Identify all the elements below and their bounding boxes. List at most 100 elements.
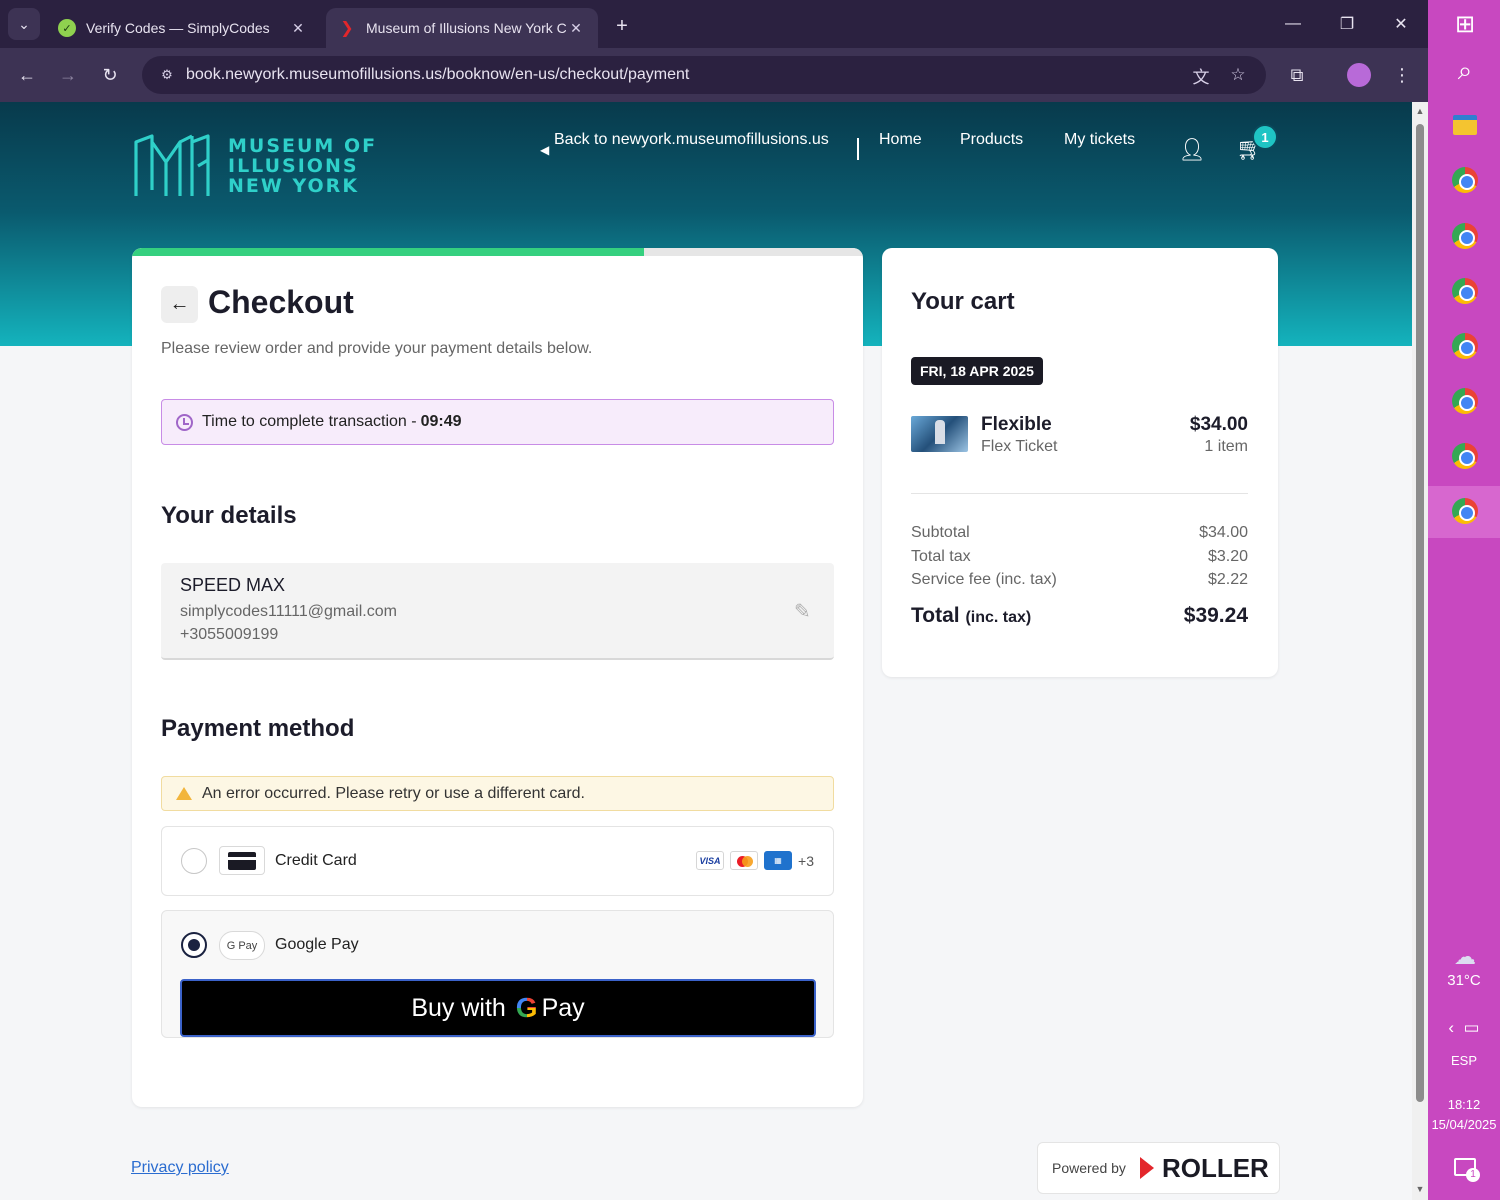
mastercard-icon — [730, 851, 759, 870]
buy-with-google-pay-button[interactable]: Buy with G Pay — [180, 979, 816, 1037]
card-brands: VISA ▦ +3 — [696, 851, 814, 870]
chrome-profile-icon[interactable] — [1450, 496, 1480, 526]
nav-home-link[interactable]: Home — [879, 131, 922, 149]
translate-icon[interactable]: 文 — [1186, 56, 1216, 94]
total-row: Total (inc. tax) $39.24 — [911, 604, 1248, 628]
museum-logo[interactable]: MUSEUM OF ILLUSIONS NEW YORK — [132, 132, 377, 200]
bookmark-star-icon[interactable]: ☆ — [1223, 56, 1253, 94]
chrome-profile-icon[interactable] — [1450, 441, 1480, 471]
page-scrollbar[interactable]: ▲ ▼ — [1412, 102, 1428, 1200]
amex-icon: ▦ — [764, 851, 793, 870]
notification-icon[interactable]: 1 — [1450, 1152, 1480, 1182]
google-pay-radio[interactable] — [181, 932, 207, 958]
payment-option-credit-card[interactable]: Credit Card VISA ▦ +3 — [161, 826, 834, 896]
edit-pencil-icon[interactable]: ✎ — [794, 599, 816, 623]
close-tab-icon[interactable]: ✕ — [288, 20, 308, 37]
close-tab-icon[interactable]: ✕ — [566, 20, 586, 37]
weather-temperature[interactable]: 31°C — [1428, 972, 1500, 989]
roller-wordmark: ROLLER — [1161, 1152, 1269, 1183]
input-language[interactable]: ESP — [1428, 1053, 1500, 1068]
logo-text: MUSEUM OF ILLUSIONS NEW YORK — [228, 136, 377, 196]
page-title: Checkout — [208, 284, 354, 320]
gpay-button-suffix: Pay — [541, 993, 585, 1022]
browser-tab-bar: ⌄ ✓ Verify Codes — SimplyCodes ✕ ❯ Museu… — [0, 0, 1428, 48]
your-details-heading: Your details — [161, 502, 297, 529]
tax-value: $3.20 — [1207, 548, 1248, 565]
browser-menu-button[interactable]: ⋮ — [1387, 60, 1417, 90]
weather-icon[interactable]: ☁ — [1450, 942, 1480, 972]
windows-taskbar: ⊞ ⌕ ☁ 31°C ‹ ▭ ESP 18:12 15/04/2025 1 — [1428, 0, 1500, 1200]
close-icon: ✕ — [1394, 16, 1408, 33]
progress-fill — [132, 248, 644, 256]
forward-button[interactable]: → — [53, 60, 83, 90]
roller-favicon-icon: ❯ — [340, 20, 354, 37]
site-info-icon[interactable]: ⚙ — [156, 64, 178, 86]
checkout-card: ← Checkout Please review order and provi… — [132, 248, 863, 1107]
scrollbar-thumb[interactable] — [1416, 124, 1424, 1102]
checkout-subtitle: Please review order and provide your pay… — [161, 340, 593, 357]
subtotal-label: Subtotal — [911, 524, 970, 541]
chevron-left-icon[interactable]: ‹ — [1448, 1018, 1454, 1037]
close-window-button[interactable]: ✕ — [1381, 8, 1421, 40]
network-icon[interactable]: ▭ — [1464, 1018, 1480, 1037]
privacy-policy-link[interactable]: Privacy policy — [131, 1159, 229, 1177]
chrome-icon[interactable] — [1450, 165, 1480, 195]
cart-title: Your cart — [911, 288, 1015, 315]
notification-count: 1 — [1466, 1168, 1480, 1182]
logo-line: NEW YORK — [228, 175, 360, 197]
tab-search-button[interactable]: ⌄ — [8, 8, 40, 40]
clock-time[interactable]: 18:12 — [1428, 1097, 1500, 1112]
tab-museum-checkout[interactable]: ❯ Museum of Illusions New York Checkout … — [326, 8, 598, 48]
moi-logo-icon — [134, 134, 210, 196]
back-to-site-link[interactable]: Back to newyork.museumofillusions.us — [554, 131, 829, 149]
visa-icon: VISA — [696, 851, 725, 870]
tab-simplycodes[interactable]: ✓ Verify Codes — SimplyCodes ✕ — [46, 8, 320, 48]
clock-icon — [176, 413, 193, 431]
search-icon[interactable]: ⌕ — [1450, 55, 1480, 86]
powered-by-roller[interactable]: Powered by ROLLER — [1037, 1142, 1280, 1194]
system-tray: ‹ ▭ — [1428, 1018, 1500, 1038]
restore-button[interactable]: ❐ — [1327, 8, 1367, 40]
plus-icon: + — [616, 14, 628, 37]
total-label: Total — [911, 604, 960, 627]
gpay-button-prefix: Buy with — [411, 993, 506, 1022]
credit-card-radio[interactable] — [181, 848, 207, 874]
chrome-profile-icon[interactable] — [1450, 386, 1480, 416]
nav-products-link[interactable]: Products — [960, 131, 1023, 149]
chrome-profile-icon[interactable] — [1450, 276, 1480, 306]
browser-toolbar: ← → ↻ ⚙ book.newyork.museumofillusions.u… — [0, 48, 1428, 102]
simplycodes-favicon-icon: ✓ — [58, 19, 76, 37]
restore-icon: ❐ — [1339, 16, 1355, 33]
reload-button[interactable]: ↻ — [95, 60, 125, 90]
nav-my-tickets-link[interactable]: My tickets — [1064, 131, 1135, 149]
timer-label: Time to complete transaction - — [202, 413, 417, 430]
arrow-left-icon: ← — [169, 293, 190, 315]
extensions-button[interactable]: ⧉ — [1282, 60, 1312, 90]
windows-start-icon[interactable]: ⊞ — [1450, 9, 1480, 39]
google-g-icon: G — [515, 992, 538, 1023]
credit-card-icon — [219, 846, 265, 875]
payment-option-google-pay[interactable]: G Pay Google Pay Buy with G Pay — [161, 910, 834, 1038]
reload-icon: ↻ — [102, 64, 118, 85]
file-explorer-icon[interactable] — [1450, 110, 1480, 140]
cart-count-badge: 1 — [1252, 124, 1278, 150]
chrome-profile-icon[interactable] — [1450, 221, 1480, 251]
tab-title: Museum of Illusions New York Checkout — [366, 20, 566, 36]
address-bar[interactable]: ⚙ book.newyork.museumofillusions.us/book… — [142, 56, 1266, 94]
chrome-profile-icon[interactable] — [1450, 331, 1480, 361]
profile-button[interactable] — [1344, 60, 1374, 90]
credit-card-label: Credit Card — [275, 852, 357, 869]
service-fee-row: Service fee (inc. tax) $2.22 — [911, 571, 1248, 589]
clock-date[interactable]: 15/04/2025 — [1428, 1117, 1500, 1132]
tab-title: Verify Codes — SimplyCodes — [86, 20, 270, 36]
minimize-button[interactable]: — — [1273, 8, 1313, 40]
scroll-up-icon[interactable]: ▲ — [1415, 106, 1425, 116]
checkout-back-button[interactable]: ← — [161, 286, 198, 323]
minimize-icon: — — [1285, 15, 1301, 32]
account-user-icon[interactable]: 👤︎ — [1178, 137, 1206, 163]
tax-label: Total tax — [911, 548, 971, 565]
back-button[interactable]: ← — [12, 60, 42, 90]
scroll-down-icon[interactable]: ▼ — [1415, 1184, 1425, 1194]
new-tab-button[interactable]: + — [608, 12, 636, 40]
cart-summary-card: Your cart FRI, 18 APR 2025 Flexible Flex… — [882, 248, 1278, 677]
